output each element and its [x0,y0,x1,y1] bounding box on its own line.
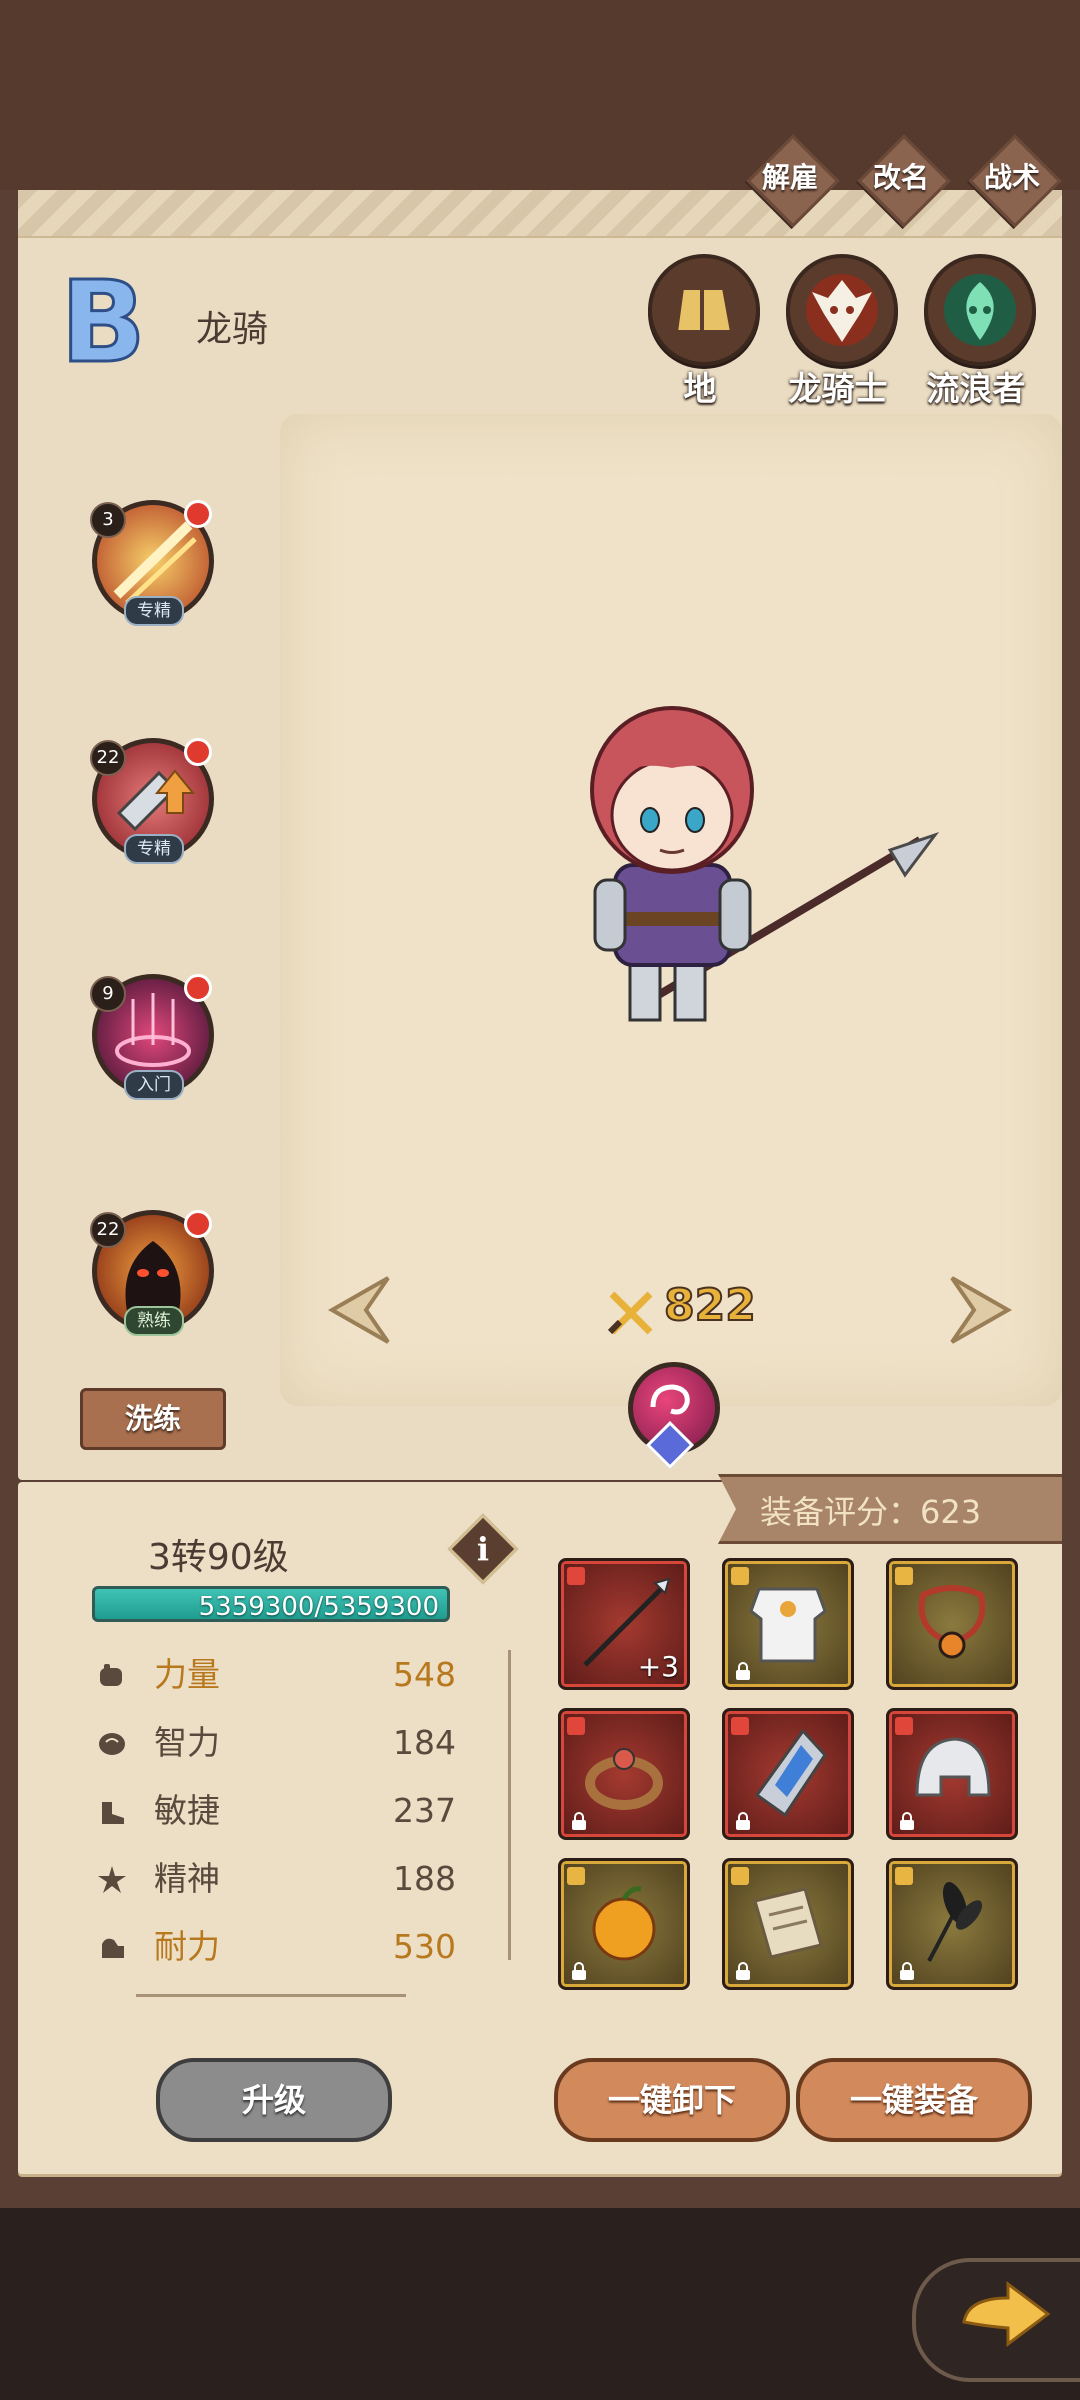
skill-1-level: 3 [90,502,126,538]
brain-icon [99,1733,125,1755]
skill-2-tag: 专精 [124,834,184,864]
equipment-slot-1[interactable]: +3 [558,1558,690,1690]
equipment-slot-7[interactable] [558,1858,690,1990]
stat-intelligence: 智力 184 [96,1720,456,1766]
equipment-slot-6[interactable] [886,1708,1018,1840]
stats-divider [508,1650,511,1960]
hero-name: 龙骑 [196,309,269,350]
skill-4-tag: 熟练 [124,1306,184,1336]
skill-1-notification-dot [184,500,212,528]
muscle-arm-icon [102,1938,124,1958]
stat-strength: 力量 548 [96,1652,456,1698]
skill-3-tag: 入门 [124,1070,184,1100]
lock-icon [900,1962,914,1980]
class-wanderer-button[interactable] [924,254,1036,366]
lock-icon [572,1962,586,1980]
lock-icon [736,1812,750,1830]
stat-strength-label: 力量 [154,1655,220,1694]
equipment-slot-4[interactable] [558,1708,690,1840]
hero-level: 3转90级 [148,1537,289,1578]
upgrade-button[interactable]: 升级 [156,2058,392,2142]
equipment-slot-2[interactable] [722,1558,854,1690]
skill-3-notification-dot [184,974,212,1002]
lock-icon [900,1812,914,1830]
dragon-knight-icon [806,274,878,346]
fist-icon [100,1664,122,1686]
lock-icon [736,1662,750,1680]
rename-button[interactable]: 改名 [853,130,951,228]
tactics-button[interactable]: 战术 [964,130,1062,228]
stat-stamina-value: 530 [393,1927,456,1966]
lock-icon [572,1812,586,1830]
skill-1-tag: 专精 [124,596,184,626]
star-burst-icon [98,1866,126,1893]
equipment-slot-8[interactable] [722,1858,854,1990]
lock-icon [736,1962,750,1980]
skill-2-level: 22 [90,740,126,776]
earth-element-icon [673,286,735,334]
return-button[interactable] [912,2258,1080,2382]
rank-badge: B [59,258,147,388]
unequip-all-button[interactable]: 一键卸下 [554,2058,790,2142]
skill-2-notification-dot [184,738,212,766]
skill-4-notification-dot [184,1210,212,1238]
class-dragon-knight-label: 龙骑士 [788,369,888,408]
class-earth-button[interactable] [648,254,760,366]
equipment-slot-3[interactable] [886,1558,1018,1690]
stat-spirit-label: 精神 [154,1859,220,1898]
class-wanderer-label: 流浪者 [926,369,1026,408]
previous-hero-arrow-icon[interactable] [326,1274,392,1346]
stat-stamina-label: 耐力 [154,1927,220,1966]
hero-character-sprite [590,706,940,1022]
class-earth-label: 地 [683,369,717,408]
stat-agility: 敏捷 237 [96,1788,456,1834]
equipment-score: 装备评分：623 [718,1474,1062,1544]
stat-spirit-value: 188 [393,1859,456,1898]
stat-strength-value: 548 [393,1655,456,1694]
return-arrow-icon [962,2281,1051,2347]
equipment-slot-1-enhance: +3 [637,1650,679,1683]
stat-agility-label: 敏捷 [154,1791,220,1830]
class-dragon-knight-button[interactable] [786,254,898,366]
equip-all-button[interactable]: 一键装备 [796,2058,1032,2142]
tactics-label: 战术 [983,161,1040,194]
equipment-slot-9[interactable] [886,1858,1018,1990]
info-icon: i [476,1530,490,1568]
stat-spirit: 精神 188 [96,1856,456,1902]
skill-4-level: 22 [90,1212,126,1248]
stat-intelligence-label: 智力 [154,1723,220,1762]
combat-power-value: 822 [663,1279,757,1332]
crossed-swords-icon [607,1291,653,1335]
stats-underline [136,1994,406,1997]
next-hero-arrow-icon[interactable] [948,1274,1014,1346]
dismiss-button[interactable]: 解雇 [742,130,840,228]
hp-bar: 5359300/5359300 [92,1586,450,1622]
wanderer-icon [944,274,1016,346]
skill-3-level: 9 [90,976,126,1012]
stat-intelligence-value: 184 [393,1723,456,1762]
stat-agility-value: 237 [393,1791,456,1830]
equipment-slot-5[interactable] [722,1708,854,1840]
refine-button[interactable]: 洗练 [80,1388,226,1450]
rename-label: 改名 [872,161,929,194]
boot-icon [102,1802,124,1824]
dismiss-label: 解雇 [761,161,818,194]
stat-stamina: 耐力 530 [96,1924,456,1970]
